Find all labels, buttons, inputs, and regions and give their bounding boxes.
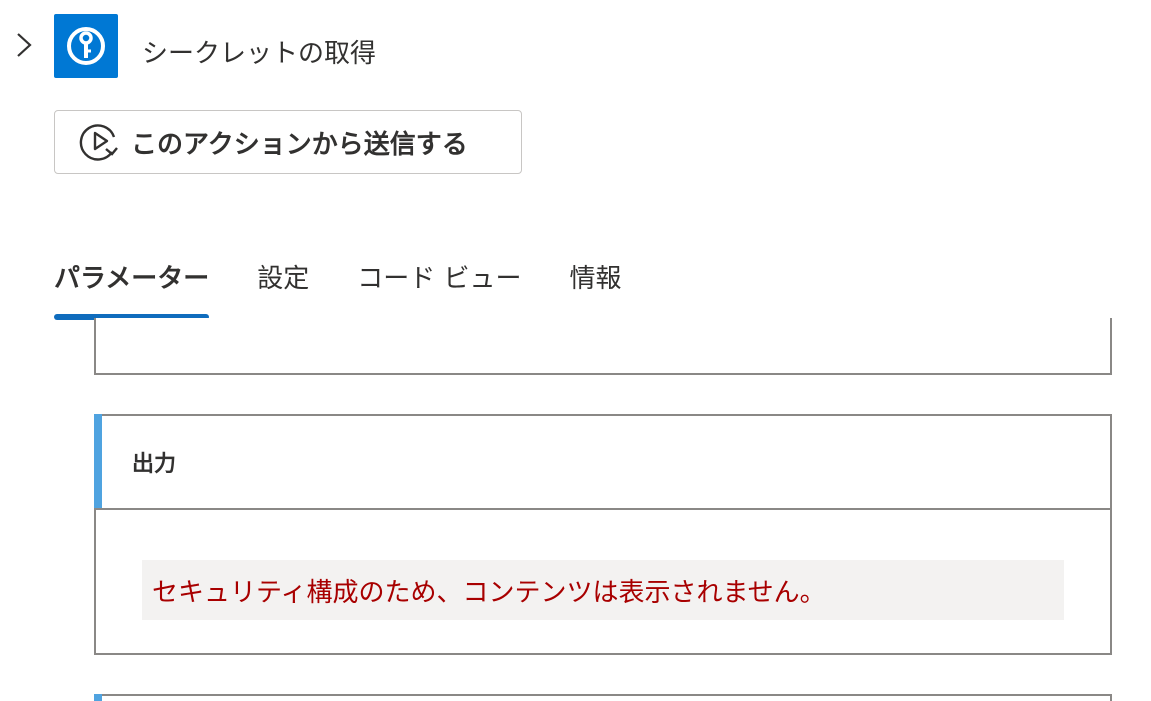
secure-content-message: セキュリティ構成のため、コンテンツは表示されません。 (142, 560, 1064, 620)
tab-bar: パラメーター 設定 コード ビュー 情報 (54, 250, 670, 320)
tab-about[interactable]: 情報 (570, 250, 622, 320)
tab-content-scroll-area[interactable]: 出力 セキュリティ構成のため、コンテンツは表示されません。 (0, 318, 1151, 701)
action-title: シークレットの取得 (142, 39, 377, 69)
outputs-card: 出力 セキュリティ構成のため、コンテンツは表示されません。 (94, 414, 1112, 655)
outputs-header[interactable]: 出力 (94, 414, 1110, 510)
chevron-right-icon[interactable] (12, 30, 36, 60)
inputs-card (94, 318, 1112, 375)
run-from-action-label: このアクションから送信する (131, 129, 468, 160)
outputs-title: 出力 (132, 452, 177, 477)
tab-code-view[interactable]: コード ビュー (357, 250, 521, 320)
play-from-here-icon (79, 121, 121, 163)
run-from-action-button[interactable]: このアクションから送信する (54, 110, 522, 174)
key-vault-icon (54, 14, 118, 78)
tab-settings[interactable]: 設定 (257, 250, 309, 320)
next-card (94, 694, 1112, 701)
tab-parameters[interactable]: パラメーター (54, 250, 210, 320)
action-details-panel: シークレットの取得 このアクションから送信する パラメーター 設定 コード ビュ… (0, 0, 1151, 701)
